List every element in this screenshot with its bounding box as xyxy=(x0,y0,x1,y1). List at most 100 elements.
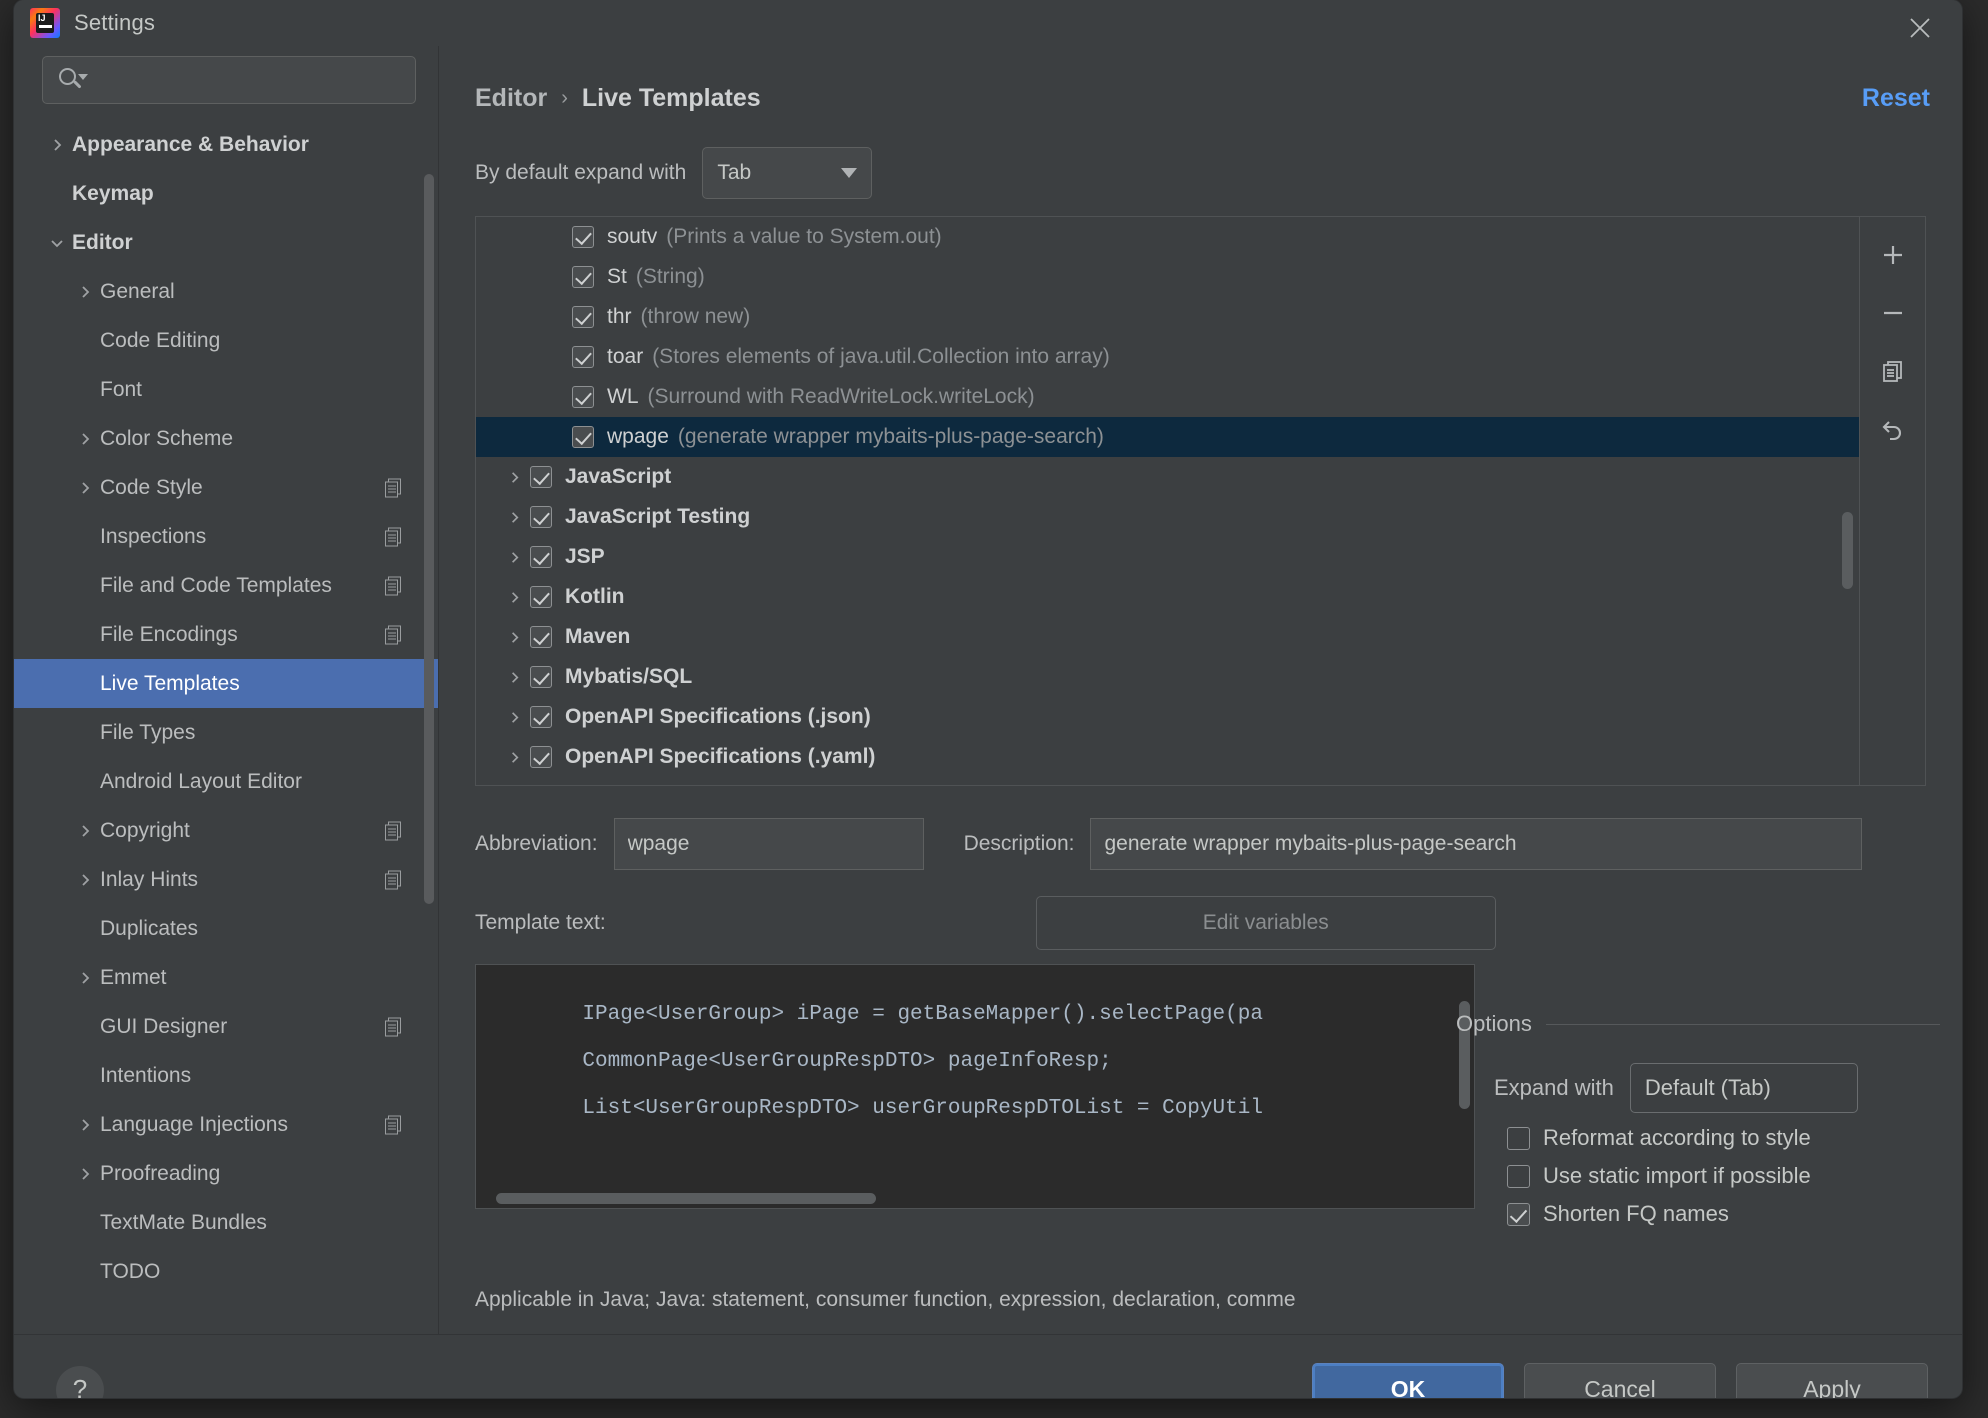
settings-tree[interactable]: Appearance & Behavior Keymap Editor Gene… xyxy=(14,118,438,1334)
template-checkbox[interactable] xyxy=(530,546,552,568)
sidebar-item-emmet[interactable]: Emmet xyxy=(14,953,438,1002)
help-button[interactable]: ? xyxy=(56,1365,104,1398)
sidebar-item-inlay-hints[interactable]: Inlay Hints xyxy=(14,855,438,904)
edit-variables-button[interactable]: Edit variables xyxy=(1035,896,1496,950)
sidebar-item-proofreading[interactable]: Proofreading xyxy=(14,1149,438,1198)
sidebar-item-font[interactable]: Font xyxy=(14,365,438,414)
copy-settings-icon[interactable] xyxy=(385,478,404,497)
ok-button[interactable]: OK xyxy=(1312,1362,1504,1398)
reset-link[interactable]: Reset xyxy=(1862,84,1930,113)
description-input[interactable] xyxy=(1090,818,1863,870)
template-group-row[interactable]: Kotlin xyxy=(476,577,1859,617)
chevron-right-icon[interactable] xyxy=(72,1117,98,1133)
sidebar-item-duplicates[interactable]: Duplicates xyxy=(14,904,438,953)
template-checkbox[interactable] xyxy=(572,266,594,288)
chevron-right-icon[interactable] xyxy=(498,630,530,645)
template-row[interactable]: WL (Surround with ReadWriteLock.writeLock… xyxy=(476,377,1859,417)
template-checkbox[interactable] xyxy=(572,226,594,248)
sidebar-item-file-encodings[interactable]: File Encodings xyxy=(14,610,438,659)
template-checkbox[interactable] xyxy=(530,466,552,488)
duplicate-template-button[interactable] xyxy=(1867,345,1919,397)
chevron-right-icon[interactable] xyxy=(72,284,98,300)
template-checkbox[interactable] xyxy=(572,426,594,448)
default-expand-select[interactable]: Tab xyxy=(702,147,873,199)
template-text-editor[interactable]: IPage<UserGroup> iPage = getBaseMapper()… xyxy=(475,964,1475,1209)
template-checkbox[interactable] xyxy=(572,306,594,328)
template-checkbox[interactable] xyxy=(530,706,552,728)
template-group-row[interactable]: Maven xyxy=(476,617,1859,657)
templates-list[interactable]: soutv (Prints a value to System.out) St (S… xyxy=(476,217,1859,785)
template-row[interactable]: St (String) xyxy=(476,257,1859,297)
copy-settings-icon[interactable] xyxy=(385,870,404,889)
template-checkbox[interactable] xyxy=(572,386,594,408)
sidebar-item-live-templates[interactable]: Live Templates xyxy=(14,659,438,708)
sidebar-item-language-injections[interactable]: Language Injections xyxy=(14,1100,438,1149)
chevron-down-icon[interactable] xyxy=(44,235,70,251)
sidebar-item-file-and-code-templates[interactable]: File and Code Templates xyxy=(14,561,438,610)
template-row[interactable]: toar (Stores elements of java.util.Collec… xyxy=(476,337,1859,377)
template-checkbox[interactable] xyxy=(572,346,594,368)
cancel-button[interactable]: Cancel xyxy=(1524,1362,1716,1398)
sidebar-item-appearance-behavior[interactable]: Appearance & Behavior xyxy=(14,120,438,169)
template-checkbox[interactable] xyxy=(530,626,552,648)
sidebar-item-code-editing[interactable]: Code Editing xyxy=(14,316,438,365)
option-checkbox[interactable] xyxy=(1507,1164,1530,1188)
sidebar-item-inspections[interactable]: Inspections xyxy=(14,512,438,561)
sidebar-item-copyright[interactable]: Copyright xyxy=(14,806,438,855)
sidebar-item-todo[interactable]: TODO xyxy=(14,1247,438,1296)
template-row[interactable]: thr (throw new) xyxy=(476,297,1859,337)
sidebar-item-gui-designer[interactable]: GUI Designer xyxy=(14,1002,438,1051)
search-input[interactable] xyxy=(87,69,405,91)
copy-settings-icon[interactable] xyxy=(385,625,404,644)
chevron-right-icon[interactable] xyxy=(498,510,530,525)
chevron-right-icon[interactable] xyxy=(498,750,530,765)
template-group-row[interactable]: JSP xyxy=(476,537,1859,577)
sidebar-item-file-types[interactable]: File Types xyxy=(14,708,438,757)
chevron-right-icon[interactable] xyxy=(498,590,530,605)
chevron-right-icon[interactable] xyxy=(72,823,98,839)
sidebar-scrollbar[interactable] xyxy=(424,174,434,904)
copy-settings-icon[interactable] xyxy=(385,821,404,840)
abbreviation-input[interactable] xyxy=(613,818,924,870)
chevron-right-icon[interactable] xyxy=(498,670,530,685)
option-shorten-fq-names[interactable]: Shorten FQ names xyxy=(1507,1201,1962,1227)
remove-template-button[interactable] xyxy=(1867,287,1919,339)
restore-defaults-button[interactable] xyxy=(1867,403,1919,455)
editor-horizontal-scrollbar[interactable] xyxy=(496,1193,876,1204)
chevron-right-icon[interactable] xyxy=(72,872,98,888)
chevron-right-icon[interactable] xyxy=(72,1166,98,1182)
chevron-right-icon[interactable] xyxy=(72,431,98,447)
templates-list-scrollbar[interactable] xyxy=(1842,512,1853,589)
template-row[interactable]: soutv (Prints a value to System.out) xyxy=(476,217,1859,257)
chevron-right-icon[interactable] xyxy=(72,970,98,986)
option-checkbox[interactable] xyxy=(1507,1202,1530,1226)
add-template-button[interactable] xyxy=(1867,229,1919,281)
options-expand-select[interactable]: Default (Tab) xyxy=(1629,1063,1858,1113)
search-box[interactable] xyxy=(42,56,416,104)
sidebar-item-keymap[interactable]: Keymap xyxy=(14,169,438,218)
template-group-row[interactable]: Mybatis/SQL xyxy=(476,657,1859,697)
sidebar-item-textmate-bundles[interactable]: TextMate Bundles xyxy=(14,1198,438,1247)
option-use-static-import-if-possible[interactable]: Use static import if possible xyxy=(1507,1163,1962,1189)
sidebar-item-android-layout-editor[interactable]: Android Layout Editor xyxy=(14,757,438,806)
option-reformat-according-to-style[interactable]: Reformat according to style xyxy=(1507,1125,1962,1151)
template-group-row[interactable]: OpenAPI Specifications (.json) xyxy=(476,697,1859,737)
copy-settings-icon[interactable] xyxy=(385,1017,404,1036)
sidebar-item-color-scheme[interactable]: Color Scheme xyxy=(14,414,438,463)
breadcrumb-root[interactable]: Editor xyxy=(475,84,547,113)
template-group-row[interactable]: JavaScript xyxy=(476,457,1859,497)
template-group-row[interactable]: JavaScript Testing xyxy=(476,497,1859,537)
copy-settings-icon[interactable] xyxy=(385,1115,404,1134)
template-row[interactable]: wpage (generate wrapper mybaits-plus-page… xyxy=(476,417,1859,457)
chevron-right-icon[interactable] xyxy=(498,710,530,725)
chevron-right-icon[interactable] xyxy=(72,480,98,496)
apply-button[interactable]: Apply xyxy=(1736,1362,1928,1398)
chevron-right-icon[interactable] xyxy=(44,137,70,153)
template-checkbox[interactable] xyxy=(530,506,552,528)
template-checkbox[interactable] xyxy=(530,586,552,608)
sidebar-item-code-style[interactable]: Code Style xyxy=(14,463,438,512)
template-group-row[interactable]: OpenAPI Specifications (.yaml) xyxy=(476,737,1859,777)
close-icon[interactable] xyxy=(1900,8,1940,48)
sidebar-item-intentions[interactable]: Intentions xyxy=(14,1051,438,1100)
chevron-right-icon[interactable] xyxy=(498,550,530,565)
